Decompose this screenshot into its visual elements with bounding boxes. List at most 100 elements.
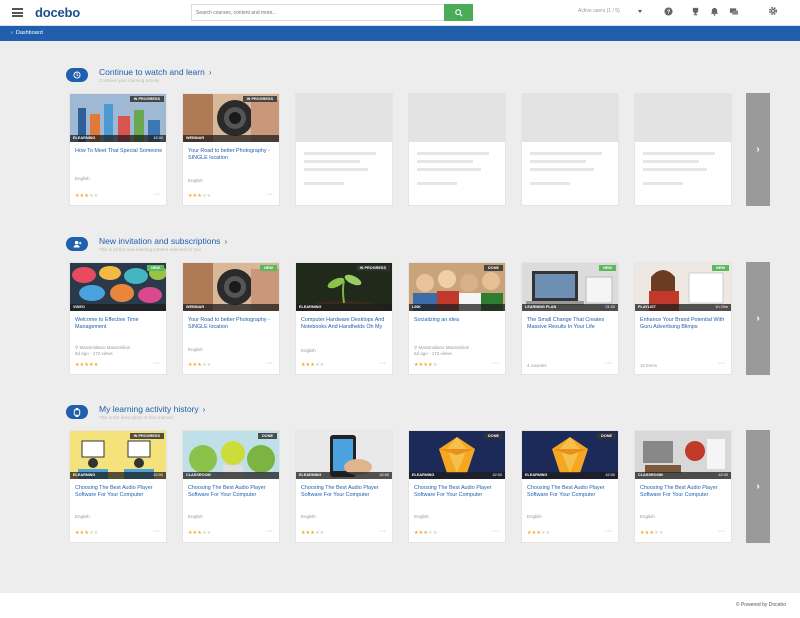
more-options-icon[interactable]: ···: [379, 528, 386, 535]
more-options-icon[interactable]: ···: [718, 528, 725, 535]
section-title[interactable]: Continue to watch and learn ›: [99, 67, 212, 77]
more-options-icon[interactable]: ···: [605, 360, 612, 367]
search-icon: [454, 8, 463, 17]
rating-stars: ★★★★★: [301, 530, 325, 536]
course-card[interactable]: DONE ELEARNING 42:00 Choosing The Best Au…: [408, 430, 506, 543]
course-title[interactable]: Computer Hardware Desktops And Notebooks…: [301, 317, 389, 332]
course-card[interactable]: IN PROGRESS ELEARNING Computer Hardware …: [295, 262, 393, 375]
logo[interactable]: docebo: [35, 5, 80, 20]
bell-icon[interactable]: [709, 6, 719, 16]
more-options-icon[interactable]: ···: [266, 191, 273, 198]
section-title[interactable]: New invitation and subscriptions ›: [99, 236, 227, 246]
course-language: English: [527, 514, 542, 519]
course-title[interactable]: Welcome to Effective Time Management: [75, 317, 163, 332]
more-options-icon[interactable]: ···: [492, 360, 499, 367]
carousel-next-button[interactable]: ›: [746, 93, 770, 206]
more-options-icon[interactable]: ···: [153, 191, 160, 198]
section-subtitle: Continue your learning activity: [99, 78, 160, 83]
course-card[interactable]: DONE LINK Socializing an idea ⚲ Massimil…: [408, 262, 506, 375]
more-options-icon[interactable]: ···: [492, 528, 499, 535]
breadcrumb[interactable]: ‹ Dashboard: [11, 30, 43, 36]
course-title[interactable]: Socializing an idea: [414, 317, 502, 324]
section-title-text: New invitation and subscriptions: [99, 236, 221, 246]
search-button[interactable]: [444, 4, 473, 21]
course-card[interactable]: IN PROGRESS WEBINAR Your Road to better …: [182, 93, 280, 206]
more-options-icon[interactable]: ···: [605, 528, 612, 535]
menu-icon[interactable]: [12, 8, 23, 17]
course-language: English: [301, 514, 316, 519]
chat-icon[interactable]: [729, 6, 739, 16]
type-bar: PLAYLIST 1h 20m: [635, 304, 731, 311]
svg-text:?: ?: [666, 9, 670, 15]
user-add-icon: [66, 237, 88, 251]
watch-icon: [66, 405, 88, 419]
type-bar: LINK: [409, 304, 505, 311]
course-title[interactable]: How To Meet That Special Someone: [75, 148, 163, 155]
status-badge: NEW: [599, 265, 616, 271]
rating-stars: ★★★★★: [301, 362, 325, 368]
rating-stars: ★★★★★: [188, 193, 212, 199]
course-card[interactable]: DONE ELEARNING 42:00 Choosing The Best Au…: [521, 430, 619, 543]
more-options-icon[interactable]: ···: [718, 360, 725, 367]
rating-stars: ★★★★★: [414, 530, 438, 536]
course-card[interactable]: IN PROGRESS ELEARNING 42:00 Choosing The …: [69, 430, 167, 543]
course-thumbnail: DONE ELEARNING 42:00: [522, 431, 618, 479]
course-language: English: [75, 514, 90, 519]
more-options-icon[interactable]: ···: [153, 528, 160, 535]
course-card[interactable]: DONE CLASSROOM Choosing The Best Audio P…: [182, 430, 280, 543]
course-language: English: [75, 176, 90, 181]
course-title[interactable]: Choosing The Best Audio Player Software …: [640, 485, 728, 500]
chevron-right-icon: ›: [756, 313, 760, 324]
course-thumbnail: DONE ELEARNING 42:00: [409, 431, 505, 479]
rating-stars: ★★★★★: [75, 193, 99, 199]
trophy-icon[interactable]: [690, 6, 700, 16]
course-type: ELEARNING: [299, 305, 322, 309]
rating-stars: ★★★★★: [188, 362, 212, 368]
course-language: English: [640, 514, 655, 519]
course-thumbnail: IN PROGRESS ELEARNING 42:00: [70, 431, 166, 479]
course-card[interactable]: CLASSROOM 42:00 Choosing The Best Audio P…: [634, 430, 732, 543]
item-count: 10 items: [640, 363, 658, 368]
type-bar: ELEARNING 42:00: [296, 472, 392, 479]
more-options-icon[interactable]: ···: [153, 360, 160, 367]
search-box: [191, 4, 473, 21]
course-card[interactable]: NEW WEBINAR Your Road to better Photogra…: [182, 262, 280, 375]
course-title[interactable]: The Small Change That Creates Massive Re…: [527, 317, 615, 332]
course-title[interactable]: Your Road to better Photography - SINGLE…: [188, 317, 276, 332]
views-meta: 6d ago - 172 views: [75, 351, 113, 356]
carousel-next-button[interactable]: ›: [746, 262, 770, 375]
course-type: ELEARNING: [525, 473, 548, 477]
course-card[interactable]: ELEARNING 42:00 Choosing The Best Audio P…: [295, 430, 393, 543]
course-title[interactable]: Your Road to better Photography - SINGLE…: [188, 148, 276, 163]
course-title[interactable]: Choosing The Best Audio Player Software …: [75, 485, 163, 500]
more-options-icon[interactable]: ···: [379, 360, 386, 367]
chevron-down-icon[interactable]: [638, 10, 642, 13]
top-bar: docebo Active users (1 / 5) ?: [0, 0, 800, 26]
course-title[interactable]: Choosing The Best Audio Player Software …: [414, 485, 502, 500]
rating-stars: ★★★★★: [188, 530, 212, 536]
course-type: ELEARNING: [412, 473, 435, 477]
gear-icon[interactable]: [768, 6, 778, 16]
course-card[interactable]: IN PROGRESS ELEARNING 42:00 How To Meet T…: [69, 93, 167, 206]
placeholder-card: [295, 93, 393, 206]
section-title[interactable]: My learning activity history ›: [99, 404, 205, 414]
help-icon[interactable]: ?: [663, 6, 673, 16]
course-title[interactable]: Choosing The Best Audio Player Software …: [527, 485, 615, 500]
type-bar: ELEARNING 42:00: [70, 135, 166, 142]
breadcrumb-bar: ‹ Dashboard: [0, 26, 800, 41]
section-subtitle: This is all the new learning content sel…: [99, 247, 202, 252]
course-card[interactable]: NEW PLAYLIST 1h 20m Enhance Your Brand Po…: [634, 262, 732, 375]
course-title[interactable]: Enhance Your Brand Potential With Guru A…: [640, 317, 728, 332]
course-title[interactable]: Choosing The Best Audio Player Software …: [301, 485, 389, 500]
views-meta: 6d ago - 172 views: [414, 351, 452, 356]
more-options-icon[interactable]: ···: [266, 360, 273, 367]
course-thumbnail: ELEARNING 42:00: [296, 431, 392, 479]
carousel-next-button[interactable]: ›: [746, 430, 770, 543]
more-options-icon[interactable]: ···: [266, 528, 273, 535]
course-card[interactable]: NEW LEARNING PLAN 01:00 The Small Change …: [521, 262, 619, 375]
course-card[interactable]: NEW VIDEO Welcome to Effective Time Mana…: [69, 262, 167, 375]
search-input[interactable]: [196, 7, 436, 18]
course-title[interactable]: Choosing The Best Audio Player Software …: [188, 485, 276, 500]
active-users-label[interactable]: Active users (1 / 5): [578, 8, 620, 14]
chevron-right-icon: ›: [224, 237, 228, 246]
